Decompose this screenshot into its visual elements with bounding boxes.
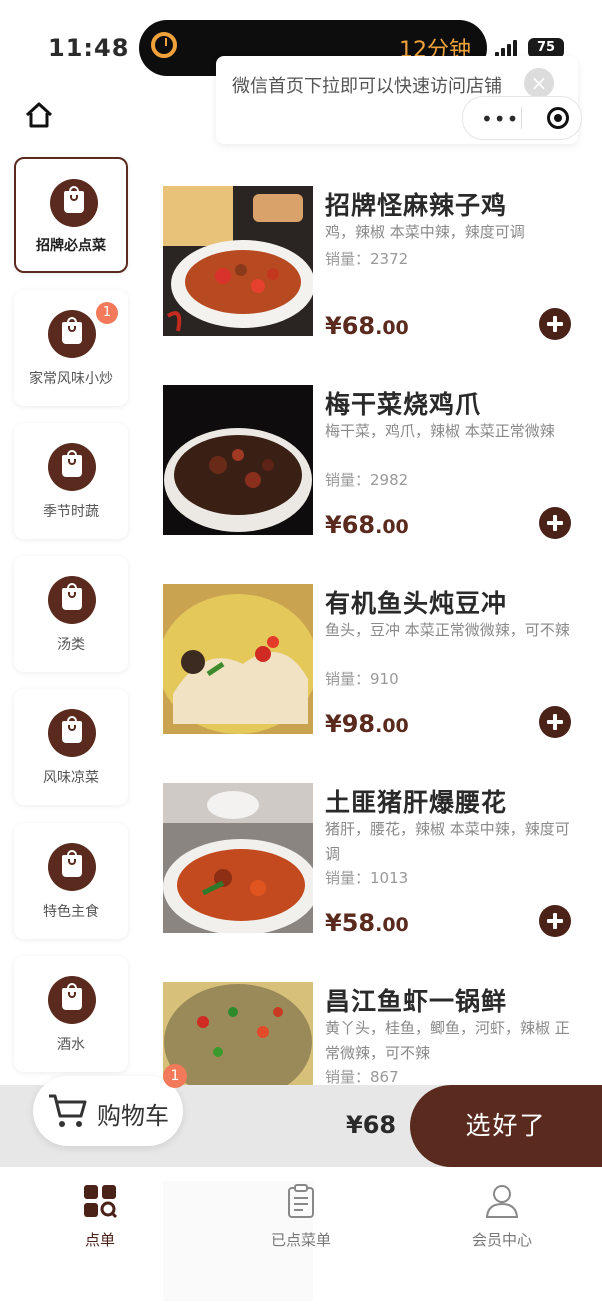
dish-name: 土匪猪肝爆腰花: [325, 788, 508, 817]
bag-icon: [48, 443, 96, 491]
tab-label: 已点菜单: [270, 1231, 331, 1249]
category-item[interactable]: 汤类: [14, 556, 128, 672]
cart-bar: 购物车 1 ¥68 选好了: [0, 1064, 602, 1167]
price-main: ¥68: [325, 312, 376, 340]
tab-order[interactable]: 点单: [40, 1183, 160, 1250]
bottom-tab-bar: 点单 已点菜单 会员中心: [0, 1167, 602, 1308]
price-main: ¥98: [325, 710, 376, 738]
bag-icon: [48, 310, 96, 358]
price-cents: .00: [375, 516, 409, 538]
dish-name: 有机鱼头炖豆冲: [325, 589, 508, 618]
cart-icon: [49, 1094, 87, 1127]
dish-sales: 销量：2982: [325, 471, 409, 489]
category-label: 特色主食: [43, 904, 99, 920]
category-label: 招牌必点菜: [36, 238, 106, 254]
close-icon[interactable]: ×: [524, 68, 554, 98]
category-item[interactable]: 招牌必点菜: [14, 157, 128, 273]
dish-price: ¥68.00: [325, 312, 409, 340]
category-label: 季节时蔬: [43, 504, 99, 520]
checkout-button[interactable]: 选好了: [410, 1085, 602, 1167]
category-item[interactable]: 酒水: [14, 956, 128, 1072]
category-label: 风味凉菜: [43, 770, 99, 786]
category-badge: 1: [96, 302, 118, 324]
hint-text: 微信首页下拉即可以快速访问店铺: [232, 76, 502, 97]
menu-grid-icon: [84, 1185, 118, 1219]
cart-count-badge: 1: [163, 1064, 187, 1088]
bag-icon: [48, 709, 96, 757]
battery-indicator: 75: [528, 38, 564, 58]
cart-label: 购物车: [97, 1102, 169, 1130]
price-cents: .00: [375, 317, 409, 339]
category-item[interactable]: 特色主食: [14, 823, 128, 939]
dish-description: 猪肝，腰花，辣椒 本菜中辣，辣度可调: [325, 820, 570, 863]
add-to-cart-button[interactable]: [539, 905, 571, 937]
dish-description: 梅干菜，鸡爪，辣椒 本菜正常微辣: [325, 422, 555, 440]
dish-item[interactable]: 土匪猪肝爆腰花 猪肝，腰花，辣椒 本菜中辣，辣度可调 销量：1013 ¥58.0…: [163, 783, 583, 943]
dish-sales: 销量：867: [325, 1068, 399, 1086]
dish-photo[interactable]: [163, 186, 313, 336]
dish-photo[interactable]: [163, 584, 313, 734]
tab-label: 会员中心: [471, 1231, 532, 1249]
add-to-cart-button[interactable]: [539, 308, 571, 340]
dish-sales: 销量：910: [325, 670, 399, 688]
dish-description: 黄丫头，桂鱼，鲫鱼，河虾，辣椒 正常微辣，可不辣: [325, 1019, 570, 1062]
bag-icon: [48, 843, 96, 891]
price-main: ¥58: [325, 909, 376, 937]
capsule-divider: [521, 107, 522, 129]
dish-photo[interactable]: [163, 385, 313, 535]
category-label: 汤类: [57, 637, 85, 653]
bag-icon: [50, 179, 98, 227]
price-main: ¥68: [325, 511, 376, 539]
price-cents: .00: [375, 914, 409, 936]
category-item[interactable]: 季节时蔬: [14, 423, 128, 539]
clipboard-icon: [288, 1184, 314, 1218]
category-item[interactable]: 风味凉菜: [14, 689, 128, 805]
price-cents: .00: [375, 715, 409, 737]
category-item[interactable]: 1 家常风味小炒: [14, 290, 128, 406]
dish-item[interactable]: 梅干菜烧鸡爪 梅干菜，鸡爪，辣椒 本菜正常微辣 销量：2982 ¥68.00: [163, 385, 583, 545]
dish-name: 梅干菜烧鸡爪: [325, 390, 482, 419]
tab-label: 点单: [84, 1231, 115, 1249]
status-time: 11:48: [48, 34, 130, 62]
cart-button[interactable]: 购物车 1: [33, 1064, 187, 1146]
user-icon: [485, 1185, 519, 1218]
close-miniprogram-icon[interactable]: [547, 107, 569, 129]
tab-ordered-list[interactable]: 已点菜单: [241, 1183, 361, 1250]
cart-total: ¥68: [346, 1111, 397, 1139]
dish-name: 昌江鱼虾一锅鲜: [325, 987, 508, 1016]
dish-name: 招牌怪麻辣子鸡: [325, 191, 508, 220]
dish-sales: 销量：1013: [325, 869, 409, 887]
add-to-cart-button[interactable]: [539, 706, 571, 738]
dish-item[interactable]: 有机鱼头炖豆冲 鱼头，豆冲 本菜正常微微辣，可不辣 销量：910 ¥98.00: [163, 584, 583, 744]
mini-program-capsule: •••: [462, 96, 582, 140]
dish-price: ¥68.00: [325, 511, 409, 539]
dish-price: ¥58.00: [325, 909, 409, 937]
home-icon[interactable]: [24, 100, 54, 130]
dish-price: ¥98.00: [325, 710, 409, 738]
category-label: 酒水: [57, 1037, 85, 1053]
more-icon[interactable]: •••: [481, 107, 519, 131]
dish-sales: 销量：2372: [325, 250, 409, 268]
tab-member-center[interactable]: 会员中心: [442, 1183, 562, 1250]
bag-icon: [48, 576, 96, 624]
dish-photo[interactable]: [163, 783, 313, 933]
bag-icon: [48, 976, 96, 1024]
dish-item[interactable]: 招牌怪麻辣子鸡 鸡，辣椒 本菜中辣，辣度可调 销量：2372 ¥68.00: [163, 186, 583, 346]
dish-description: 鸡，辣椒 本菜中辣，辣度可调: [325, 223, 525, 241]
category-label: 家常风味小炒: [29, 371, 113, 387]
timer-icon: [151, 32, 177, 58]
add-to-cart-button[interactable]: [539, 507, 571, 539]
dish-description: 鱼头，豆冲 本菜正常微微辣，可不辣: [325, 621, 570, 639]
